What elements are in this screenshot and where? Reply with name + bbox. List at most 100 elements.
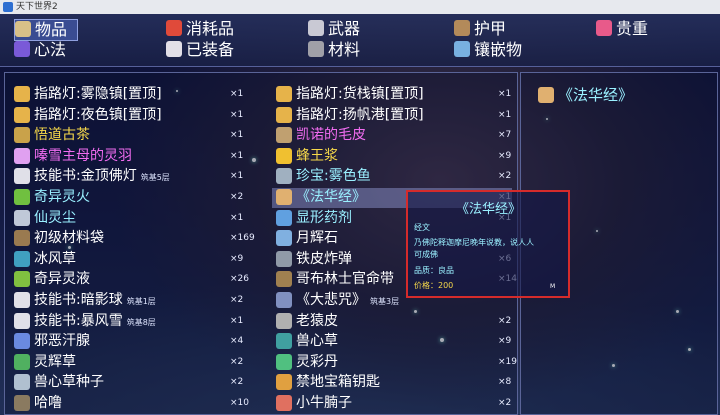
dust-icon — [14, 209, 30, 226]
socket-gem-icon — [454, 41, 470, 57]
item-row[interactable]: 灵辉草 ×2 — [14, 352, 254, 372]
item-name: 指路灯:扬帆港[置顶] — [296, 106, 424, 123]
item-name: 初级材料袋 — [34, 230, 104, 247]
item-row[interactable]: 小牛腩子 ×2 — [276, 393, 516, 413]
tab-label: 材料 — [328, 40, 361, 59]
tab-label: 镶嵌物 — [474, 40, 523, 59]
item-row[interactable]: 珍宝:雾色鱼 ×2 — [276, 166, 516, 186]
gland-icon — [14, 333, 30, 350]
item-row[interactable]: 初级材料袋 ×169 — [14, 228, 255, 248]
item-row[interactable]: 奇异灵液 ×26 — [14, 269, 254, 289]
item-count: ×4 — [230, 336, 244, 347]
lamp-icon — [14, 106, 30, 123]
item-level-tag: 筑基5层 — [140, 173, 170, 183]
item-name: 兽心草 — [296, 333, 338, 350]
tab-label: 物品 — [35, 20, 68, 39]
app-icon — [3, 2, 13, 12]
item-count: ×2 — [230, 377, 244, 388]
item-name: 《法华经》 — [296, 189, 366, 205]
item-count: ×2 — [230, 295, 244, 305]
item-count: ×1 — [230, 315, 244, 326]
tab-book[interactable]: 心法 — [14, 40, 66, 60]
item-name: 嗪雪主母的灵羽 — [34, 147, 132, 164]
tab-label: 已装备 — [186, 40, 235, 59]
item-row[interactable]: 老猿皮 ×2 — [276, 311, 516, 331]
bomb-icon — [276, 250, 292, 267]
herb-icon — [14, 250, 30, 267]
item-name: 指路灯:货栈镇[置顶] — [296, 86, 424, 102]
item-row[interactable]: 奇异灵火 ×2 — [14, 187, 254, 207]
skillbook-icon — [14, 312, 30, 329]
item-row[interactable]: 指路灯:货栈镇[置顶] ×1 — [276, 84, 516, 104]
scripture-icon — [276, 292, 292, 308]
item-name: 《大悲咒》 — [296, 292, 366, 308]
item-row[interactable]: 指路灯:扬帆港[置顶] ×1 — [276, 105, 516, 125]
item-name: 奇异灵火 — [34, 189, 90, 205]
tooltip-title: 《法华经》 — [456, 202, 522, 217]
tab-label: 武器 — [328, 19, 361, 38]
tooltip-description-line1: 乃佛陀释迦摩尼晚年说教，说人人 — [414, 238, 534, 247]
tab-sword[interactable]: 武器 — [308, 19, 360, 39]
item-tooltip: 《法华经》 经文 乃佛陀释迦摩尼晚年说教，说人人 可成佛 品质：良品 价格：20… — [406, 190, 570, 298]
item-row[interactable]: 技能书:金顶佛灯 筑基5层 ×1 — [14, 166, 254, 186]
book-icon — [14, 41, 30, 57]
item-row[interactable]: 嗪雪主母的灵羽 ×1 — [14, 146, 254, 166]
tab-socket-gem[interactable]: 镶嵌物 — [454, 40, 522, 60]
bag-icon — [14, 230, 30, 247]
item-name: 月辉石 — [296, 230, 338, 247]
item-row[interactable]: 灵彩丹 ×19 — [276, 352, 517, 372]
potion-icon — [166, 20, 182, 36]
item-row[interactable]: 指路灯:夜色镇[置顶] ×1 — [14, 105, 254, 125]
item-row[interactable]: 技能书:暗影球 筑基1层 ×2 — [14, 290, 254, 310]
item-name: 老猿皮 — [296, 312, 338, 329]
tab-gem[interactable]: 贵重 — [596, 19, 648, 39]
fish-icon — [276, 168, 292, 185]
item-row[interactable]: 悟道古茶 ×1 — [14, 125, 254, 145]
pill-icon — [276, 353, 292, 370]
item-name: 指路灯:雾隐镇[置顶] — [34, 86, 162, 102]
item-row[interactable]: 冰风草 ×9 — [14, 249, 254, 269]
tab-bag[interactable]: 物品 — [14, 19, 79, 41]
item-count: ×2 — [498, 171, 512, 182]
lamp-icon — [14, 86, 30, 102]
item-count: ×169 — [230, 233, 255, 244]
item-level-tag: 筑基8层 — [126, 317, 156, 327]
item-name: 悟道古茶 — [34, 127, 90, 144]
item-row[interactable]: 兽心草种子 ×2 — [14, 372, 254, 392]
item-row[interactable]: 蜂王浆 ×9 — [276, 146, 516, 166]
item-row[interactable]: 技能书:暴风雪 筑基8层 ×1 — [14, 311, 254, 331]
item-level-tag: 筑基1层 — [126, 297, 156, 306]
item-row[interactable]: 邪恶汗腺 ×4 — [14, 331, 254, 351]
item-name: 哥布林士官命带 — [296, 271, 394, 288]
item-icon — [14, 395, 30, 411]
item-row[interactable]: 凯诺的毛皮 ×7 — [276, 125, 516, 145]
item-row[interactable]: 兽心草 ×9 — [276, 331, 516, 351]
sword-icon — [308, 20, 324, 36]
liquid-icon — [14, 271, 30, 288]
tab-label: 心法 — [34, 40, 67, 59]
tab-potion[interactable]: 消耗品 — [166, 19, 234, 39]
tab-material[interactable]: 材料 — [308, 40, 360, 60]
item-row[interactable]: 指路灯:雾隐镇[置顶] ×1 — [14, 84, 254, 104]
tooltip-quality: 品质：良品 — [414, 266, 454, 275]
tab-armor[interactable]: 护甲 — [454, 19, 506, 39]
tab-equipped[interactable]: 已装备 — [166, 40, 234, 60]
item-row[interactable]: 仙灵尘 ×1 — [14, 208, 254, 228]
tooltip-description-line2: 可成佛 — [414, 250, 438, 259]
item-count: ×7 — [498, 130, 512, 141]
item-count: ×10 — [230, 398, 249, 408]
item-name: 仙灵尘 — [34, 209, 76, 226]
item-row[interactable]: 哈噜 ×10 — [14, 393, 254, 413]
item-name: 冰风草 — [34, 250, 76, 267]
lamp-icon — [276, 106, 292, 123]
tea-icon — [14, 127, 30, 144]
item-count: ×26 — [230, 274, 249, 285]
item-name: 技能书:暴风雪 — [34, 312, 123, 329]
item-count: ×8 — [498, 377, 512, 388]
item-count: ×1 — [230, 150, 244, 161]
scripture-icon — [538, 87, 554, 103]
item-name: 铁皮炸弹 — [296, 250, 352, 267]
item-name: 凯诺的毛皮 — [296, 127, 366, 144]
item-name: 哈噜 — [34, 395, 62, 411]
item-row[interactable]: 禁地宝箱钥匙 ×8 — [276, 372, 516, 392]
